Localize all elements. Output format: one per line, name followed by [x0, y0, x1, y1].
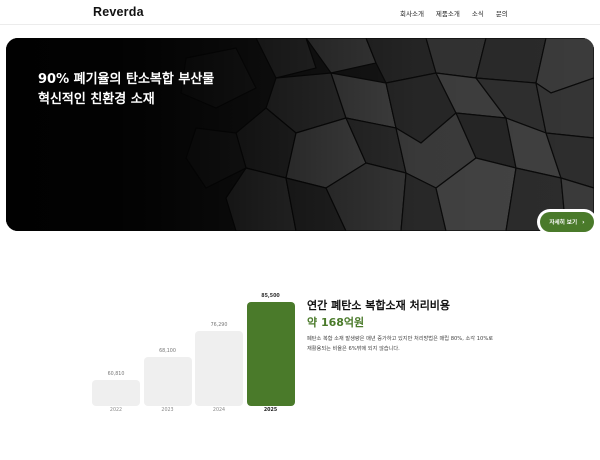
chart-bar-2024	[195, 331, 243, 406]
nav-item-news[interactable]: 소식	[472, 8, 484, 18]
chart-value-label-2024: 76,290	[210, 323, 228, 329]
disposal-volume-chart: 60,810 2022 68,100 2023 76,290 2024 85,500 2025	[88, 290, 300, 420]
info-amount: 약 168억원	[307, 316, 365, 329]
hero-title-line2: 혁신적인 친환경 소재	[38, 92, 155, 107]
chart-category-label-2023: 2023	[161, 408, 174, 413]
chart-category-label-2024: 2024	[212, 408, 226, 413]
chevron-right-icon: ›	[582, 218, 585, 226]
hero-title-line1: 90% 폐기율의 탄소복합 부산물	[38, 72, 215, 87]
chart-category-label-2022: 2022	[109, 408, 123, 413]
chart-category-label-2025: 2025	[263, 408, 278, 413]
chart-bar-2022	[92, 380, 140, 406]
chart-bar-2025	[246, 302, 295, 406]
detail-button-label: 자세히 보기	[549, 220, 578, 226]
site-header: Reverda 회사소개 제품소개 소식 문의	[0, 0, 600, 25]
detail-button[interactable]: 자세히 보기 ›	[540, 212, 594, 232]
nav-item-company[interactable]: 회사소개	[400, 8, 424, 18]
logo[interactable]: Reverda	[93, 5, 144, 19]
chart-value-label-2022: 60,810	[107, 372, 125, 377]
chart-value-label-2025: 85,500	[261, 294, 280, 299]
main-nav: 회사소개 제품소개 소식 문의	[400, 8, 508, 18]
chart-bar-2023	[143, 356, 192, 406]
nav-item-products[interactable]: 제품소개	[436, 8, 460, 18]
hero-title: 90% 폐기율의 탄소복합 부산물 혁신적인 친환경 소재	[38, 70, 214, 110]
info-title: 연간 폐탄소 복합소재 처리비용	[307, 299, 451, 312]
hero-overlay	[6, 38, 594, 231]
info-description: 폐탄소 복합 소재 발생량은 매년 증가하고 있지만 처리방법은 매립 80%,…	[307, 335, 517, 354]
info-description-line2: 재활용되는 비율은 6%밖에 되지 않습니다.	[307, 345, 400, 352]
info-description-line1: 폐탄소 복합 소재 발생량은 매년 증가하고 있지만 처리방법은 매립 80%,…	[307, 336, 494, 342]
hero-banner: 90% 폐기율의 탄소복합 부산물 혁신적인 친환경 소재	[6, 38, 594, 231]
nav-item-contact[interactable]: 문의	[496, 8, 508, 18]
chart-value-label-2023: 68,100	[159, 348, 176, 354]
